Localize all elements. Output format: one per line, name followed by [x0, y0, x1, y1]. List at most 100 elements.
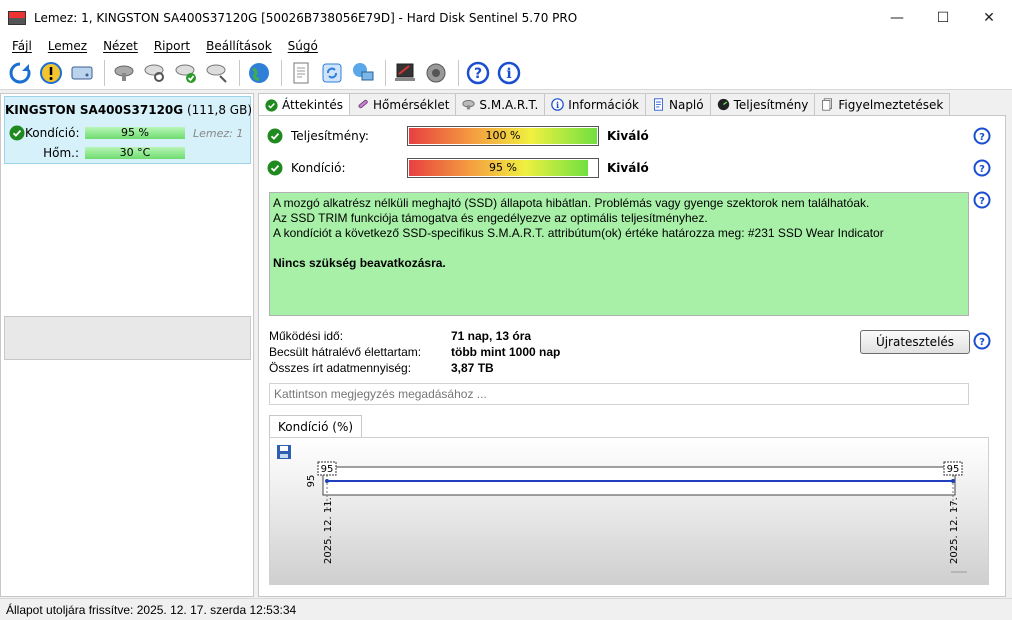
help-button[interactable]: ?	[464, 59, 492, 87]
tab-label: Áttekintés	[282, 98, 344, 112]
sync-button[interactable]	[318, 59, 346, 87]
surface-test-button[interactable]	[110, 59, 138, 87]
smart-icon	[462, 100, 476, 110]
disk-card[interactable]: KINGSTON SA400S37120G (111,8 GB) Kondíci…	[4, 96, 252, 164]
svg-text:?: ?	[979, 196, 985, 207]
disk-size: (111,8 GB)	[186, 103, 253, 117]
alerts-icon	[822, 98, 833, 111]
chart-x-tick-label: 2025. 12. 17.	[949, 497, 960, 564]
stat-value: több mint 1000 nap	[451, 345, 561, 359]
stat-label: Összes írt adatmennyiség:	[269, 361, 412, 375]
chart-tab-health[interactable]: Kondíció (%)	[269, 415, 363, 437]
tab-bar: Áttekintés Hőmérséklet S.M.A.R.T. i Info…	[258, 93, 951, 116]
toolbar-separator	[281, 59, 282, 86]
disk-name: KINGSTON SA400S37120G (111,8 GB)	[5, 103, 252, 117]
disk-magnifier-icon	[144, 64, 164, 82]
performance-row: Teljesítmény: 100 % Kiváló	[267, 125, 649, 147]
help-icon[interactable]: ?	[973, 127, 991, 145]
svg-text:i: i	[506, 66, 511, 82]
stat-value: 71 nap, 13 óra	[451, 329, 532, 343]
menu-settings[interactable]: Beállítások	[198, 39, 280, 53]
chart-point	[951, 479, 955, 483]
status-bar: Állapot utoljára frissítve: 2025. 12. 17…	[0, 598, 1012, 620]
network-icon	[353, 62, 374, 80]
disk-health-bar: 95 %	[85, 127, 185, 139]
tab-overview[interactable]: Áttekintés	[258, 93, 351, 116]
window-controls: — ☐ ✕	[874, 0, 1012, 36]
tab-label: Teljesítmény	[733, 97, 809, 112]
maximize-button[interactable]: ☐	[920, 0, 966, 36]
toolbar-separator	[104, 59, 105, 86]
report-button[interactable]	[287, 59, 315, 87]
menu-disk[interactable]: Lemez	[40, 39, 95, 53]
document-icon	[293, 62, 309, 83]
warning-icon	[40, 61, 62, 84]
retest-button[interactable]: Újratesztelés	[860, 330, 970, 354]
menu-file[interactable]: Fájl	[4, 39, 40, 53]
chart-canvas: 95 2025. 12. 11. 95 2025. 12. 17. 95	[306, 461, 967, 573]
close-button[interactable]: ✕	[966, 0, 1012, 36]
disk-health-row: Kondíció: 95 % Lemez: 1	[9, 125, 249, 141]
performance-label: Teljesítmény:	[291, 129, 369, 143]
alert-settings-button[interactable]	[37, 59, 65, 87]
minimize-button[interactable]: —	[874, 0, 920, 36]
tab-information[interactable]: i Információk	[544, 93, 646, 115]
disk-verify-button[interactable]	[172, 59, 200, 87]
app-icon	[8, 11, 26, 25]
svg-text:?: ?	[979, 132, 985, 143]
disk-check-button[interactable]	[141, 59, 169, 87]
description-line: A kondíciót a következő SSD-specifikus S…	[273, 226, 884, 240]
help-icon[interactable]: ?	[973, 332, 991, 350]
disk-temp-label: Hőm.:	[43, 146, 79, 160]
performance-bar: 100 %	[407, 126, 599, 146]
tab-smart[interactable]: S.M.A.R.T.	[455, 93, 546, 115]
menu-report[interactable]: Riport	[146, 39, 198, 53]
menu-bar: Fájl Lemez Nézet Riport Beállítások Súgó	[0, 36, 1012, 56]
disk-test-icon	[114, 65, 134, 81]
info-icon: i	[551, 98, 565, 111]
tab-label: Hőmérséklet	[373, 97, 450, 112]
tab-label: Információk	[568, 97, 639, 112]
laptop-icon	[395, 63, 415, 81]
check-icon	[267, 160, 283, 176]
refresh-icon	[9, 62, 31, 83]
sync-icon	[322, 63, 342, 82]
refresh-button[interactable]	[6, 59, 34, 87]
disk-ok-icon	[175, 64, 196, 83]
chart-data-label: 95	[321, 464, 334, 475]
menu-help[interactable]: Súgó	[280, 39, 326, 53]
help-icon[interactable]: ?	[973, 159, 991, 177]
acoustic-button[interactable]	[391, 59, 419, 87]
description-line: Az SSD TRIM funkciója támogatva és enged…	[273, 211, 708, 225]
tab-alerts[interactable]: Figyelmeztetések	[814, 93, 951, 115]
description-line: A mozgó alkatrész nélküli meghajtó (SSD)…	[273, 196, 870, 210]
toolbar-separator	[458, 59, 459, 86]
stat-value: 3,87 TB	[451, 361, 494, 375]
thermometer-icon	[358, 99, 368, 109]
speaker-icon	[426, 63, 446, 82]
help-icon[interactable]: ?	[973, 191, 991, 209]
tab-label: S.M.A.R.T.	[479, 97, 539, 112]
disk-search-button[interactable]	[203, 59, 231, 87]
status-text: Állapot utoljára frissítve: 2025. 12. 17…	[6, 602, 297, 617]
tab-log[interactable]: Napló	[644, 93, 711, 115]
hard-disk-icon	[71, 66, 93, 79]
help-icon: ?	[466, 61, 490, 84]
note-input[interactable]: Kattintson megjegyzés megadásához ...	[269, 383, 969, 405]
tab-temperature[interactable]: Hőmérséklet	[349, 93, 457, 115]
check-icon	[9, 125, 25, 141]
stat-row-lifetime: Becsült hátralévő élettartam: több mint …	[269, 344, 609, 360]
stat-row-written: Összes írt adatmennyiség: 3,87 TB	[269, 360, 609, 376]
stat-label: Becsült hátralévő élettartam:	[269, 345, 422, 359]
network-button[interactable]	[349, 59, 377, 87]
menu-view[interactable]: Nézet	[95, 39, 146, 53]
about-button[interactable]: i	[495, 59, 523, 87]
status-description: A mozgó alkatrész nélküli meghajtó (SSD)…	[269, 192, 969, 316]
performance-rating: Kiváló	[607, 129, 649, 143]
disk-details-button[interactable]	[68, 59, 96, 87]
chart-point	[325, 479, 329, 483]
tab-performance[interactable]: Teljesítmény	[709, 93, 816, 115]
sound-button[interactable]	[422, 59, 450, 87]
web-status-button[interactable]	[245, 59, 273, 87]
health-chart: 95 2025. 12. 11. 95 2025. 12. 17. 95	[269, 437, 989, 585]
